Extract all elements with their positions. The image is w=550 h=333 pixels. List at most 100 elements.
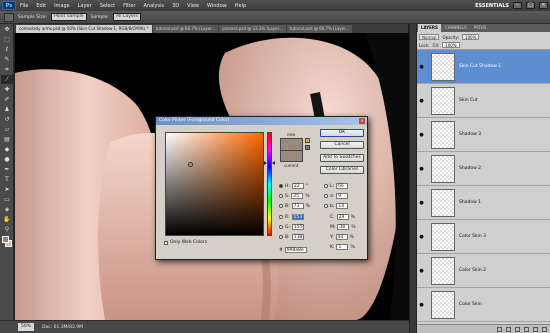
yellow-input[interactable]: 44 [335, 234, 348, 240]
clone-stamp-tool-icon[interactable]: ♟ [1, 105, 13, 114]
eye-icon[interactable]: ● [417, 268, 426, 274]
type-tool-icon[interactable]: T [1, 175, 13, 184]
hand-tool-icon[interactable]: ✋ [1, 215, 13, 224]
minimize-button[interactable]: – [513, 2, 522, 9]
lab-b-input[interactable]: 14 [336, 203, 349, 209]
gradient-tool-icon[interactable]: ▤ [1, 135, 13, 144]
3d-tool-icon[interactable]: ◈ [1, 205, 13, 214]
blur-tool-icon[interactable]: ◆ [1, 145, 13, 154]
eye-icon[interactable]: ● [417, 166, 426, 172]
menu-edit[interactable]: Edit [36, 3, 46, 9]
menu-view[interactable]: View [187, 3, 199, 9]
blend-mode-select[interactable]: Normal [419, 34, 440, 40]
path-select-tool-icon[interactable]: ➤ [1, 185, 13, 194]
lasso-tool-icon[interactable]: ℓ [1, 45, 13, 54]
layer-row[interactable]: ● Skin Cut [417, 84, 550, 118]
sample-select[interactable]: All Layers [112, 13, 141, 21]
opacity-input[interactable]: 100% [461, 34, 480, 40]
zoom-level[interactable]: 50% [18, 323, 35, 331]
eye-icon[interactable]: ● [417, 200, 426, 206]
green-input[interactable]: 155 [292, 224, 305, 230]
tab-document-2[interactable]: tutorial.psd @ 66.7% (Layer... [152, 25, 219, 33]
sample-size-select[interactable]: Point Sample [51, 13, 87, 21]
menu-analysis[interactable]: Analysis [144, 3, 165, 9]
eye-icon[interactable]: ● [417, 98, 426, 104]
menu-select[interactable]: Select [100, 3, 115, 9]
hue-slider-right-arrow-icon[interactable] [272, 161, 275, 165]
radio-g[interactable] [279, 225, 283, 229]
radio-r[interactable] [279, 215, 283, 219]
healing-tool-icon[interactable]: ✚ [1, 85, 13, 94]
panel-dock-strip[interactable] [409, 24, 416, 333]
hex-input[interactable]: 998a8e [284, 247, 307, 253]
black-input[interactable]: 1 [336, 244, 349, 250]
layer-row[interactable]: ● Shadow 2 [417, 152, 550, 186]
add-to-swatches-button[interactable]: Add To Swatches [320, 154, 364, 162]
move-tool-icon[interactable]: ✥ [1, 25, 13, 34]
menu-image[interactable]: Image [54, 3, 70, 9]
document-size[interactable]: Doc: 61.3M/83.9M [42, 325, 83, 330]
color-libraries-button[interactable]: Color Libraries [320, 166, 364, 174]
color-field[interactable] [165, 132, 264, 236]
radio-b[interactable] [279, 204, 283, 208]
tab-document-3[interactable]: process.psd @ 33.3% (Layer... [219, 25, 286, 33]
saturation-input[interactable]: 25 [291, 193, 304, 199]
web-safe-cube-icon[interactable] [305, 145, 310, 150]
new-group-icon[interactable] [524, 326, 529, 332]
quick-select-tool-icon[interactable]: ✎ [1, 55, 13, 64]
current-color-swatch[interactable] [280, 150, 303, 162]
cancel-button[interactable]: Cancel [320, 141, 364, 149]
tab-channels[interactable]: CHANNELS [442, 24, 470, 32]
tab-layers[interactable]: LAYERS [418, 24, 441, 32]
shape-tool-icon[interactable]: ▭ [1, 195, 13, 204]
radio-l[interactable] [324, 184, 328, 188]
history-brush-tool-icon[interactable]: ↺ [1, 115, 13, 124]
menu-window[interactable]: Window [207, 3, 227, 9]
layer-row[interactable]: ● Color Skin 2 [417, 254, 550, 288]
brush-tool-icon[interactable]: ✐ [1, 95, 13, 104]
eyedropper-tool-preset-icon[interactable] [4, 12, 14, 22]
close-icon[interactable]: × [359, 118, 365, 124]
layer-row[interactable]: ● Color Skin [417, 288, 550, 322]
layer-style-icon[interactable] [506, 326, 511, 332]
eye-icon[interactable]: ● [417, 64, 426, 70]
menu-help[interactable]: Help [235, 3, 246, 9]
out-of-gamut-warning-icon[interactable]: ! [305, 138, 310, 143]
layer-row[interactable]: ● Shadow 3 [417, 118, 550, 152]
lab-a-input[interactable]: 9 [336, 193, 349, 199]
layer-row[interactable]: ● Color Skin 3 [417, 220, 550, 254]
tab-document-4[interactable]: tutorial.psd @ 66.7% (Layer... [286, 25, 353, 33]
menu-filter[interactable]: Filter [123, 3, 135, 9]
marquee-tool-icon[interactable]: ⬚ [1, 35, 13, 44]
eye-icon[interactable]: ● [417, 132, 426, 138]
workspace-switcher[interactable]: ESSENTIALS [475, 3, 509, 9]
radio-a[interactable] [324, 194, 328, 198]
zoom-tool-icon[interactable]: ⚲ [1, 225, 13, 234]
lab-l-input[interactable]: 66 [336, 183, 349, 189]
dodge-tool-icon[interactable]: ● [1, 155, 13, 164]
eraser-tool-icon[interactable]: ▱ [1, 125, 13, 134]
color-field-marker[interactable] [188, 162, 193, 167]
new-layer-icon[interactable] [533, 326, 538, 332]
cyan-input[interactable]: 29 [336, 214, 349, 220]
tab-document-1[interactable]: comoslady arms.psd @ 50% (Skin Cut Shado… [16, 25, 152, 33]
layer-row[interactable]: ● Skin Cut Shadow 1 [417, 50, 550, 84]
blue-input[interactable]: 138 [291, 234, 304, 240]
foreground-color-swatch[interactable] [2, 236, 9, 243]
brightness-input[interactable]: 73 [291, 203, 304, 209]
magenta-input[interactable]: 38 [337, 224, 350, 230]
layer-row[interactable]: ● Shadow 1 [417, 186, 550, 220]
only-web-colors-checkbox[interactable] [164, 240, 168, 245]
radio-s[interactable] [279, 194, 283, 198]
eye-icon[interactable]: ● [417, 302, 426, 308]
radio-lab-b[interactable] [324, 204, 328, 208]
red-input[interactable]: 153 [291, 214, 304, 220]
hue-input[interactable]: 22 [291, 183, 304, 189]
maximize-button[interactable]: □ [526, 2, 535, 9]
ok-button[interactable]: OK [320, 129, 364, 137]
pen-tool-icon[interactable]: ✒ [1, 165, 13, 174]
fill-input[interactable]: 100% [442, 42, 460, 48]
hue-slider-left-arrow-icon[interactable] [264, 161, 267, 165]
crop-tool-icon[interactable]: ⌗ [1, 65, 13, 74]
link-layers-icon[interactable] [497, 326, 502, 332]
